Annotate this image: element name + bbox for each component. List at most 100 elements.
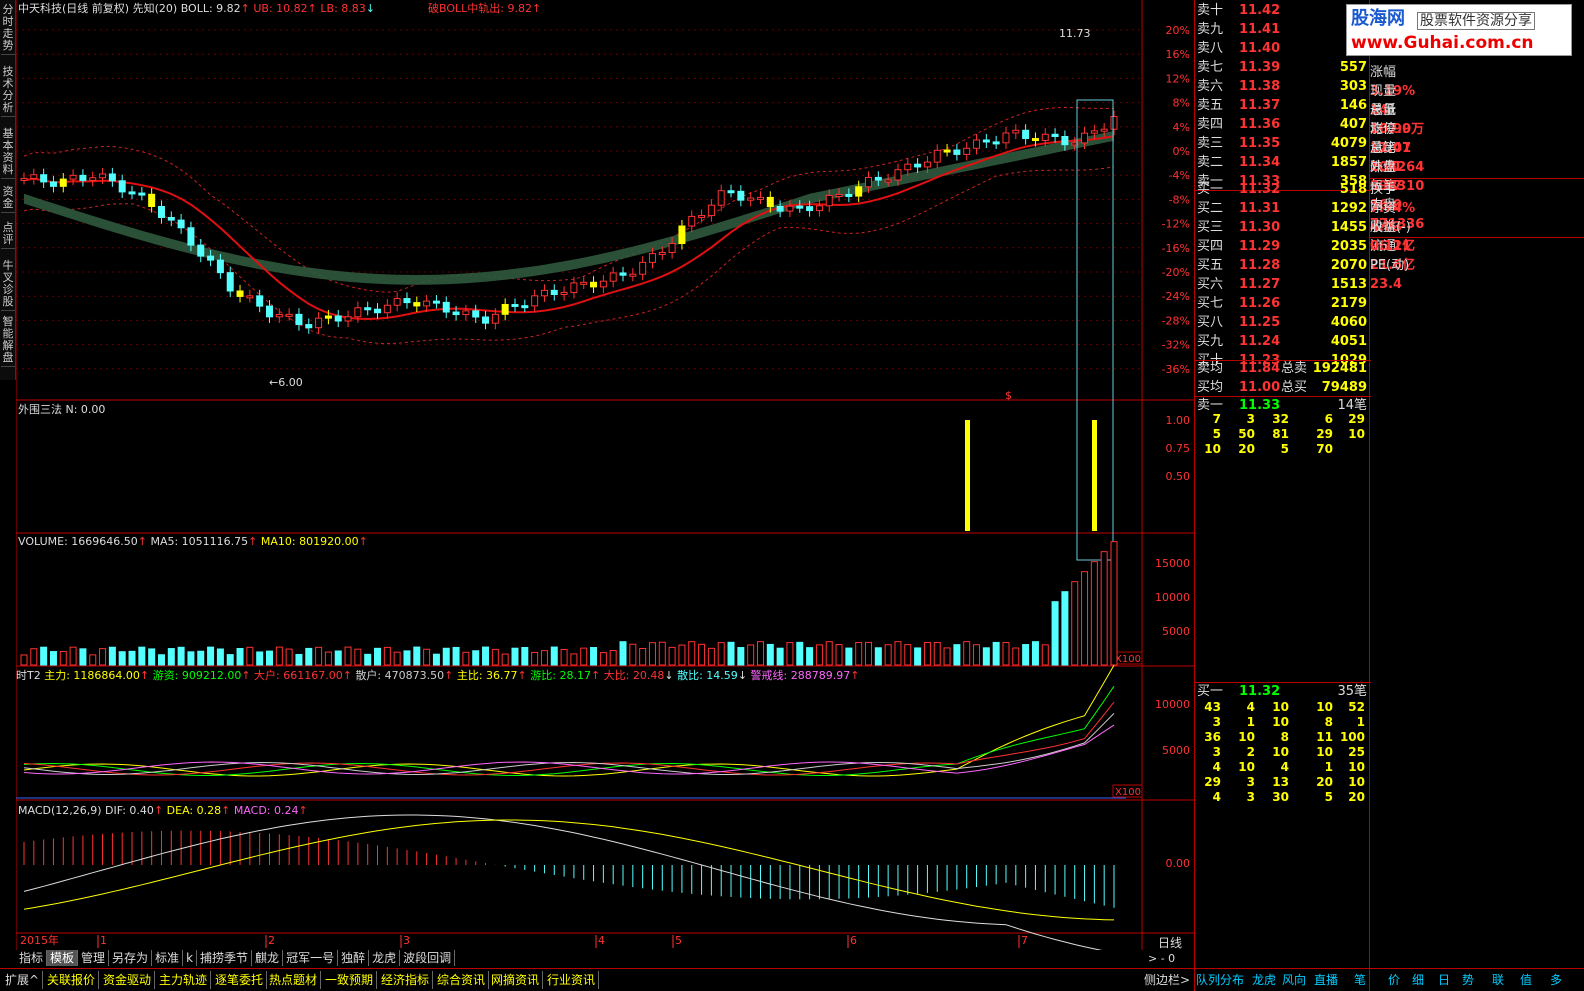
flow-line	[23, 713, 1115, 776]
indicator-tab-7[interactable]: 麒龙	[252, 950, 284, 966]
side-tab-11[interactable]: 联	[1492, 971, 1504, 988]
zoom-controls[interactable]: > - 0	[1148, 953, 1175, 964]
bid-row[interactable]: 买八 11.25 4060	[1195, 313, 1371, 332]
side-tab-8[interactable]: 细	[1412, 971, 1424, 988]
left-tab-2[interactable]: 基本资料	[1, 126, 15, 179]
indicator-tab-11[interactable]: 波段回调	[400, 950, 456, 966]
indicator-tab-6[interactable]: 捕捞季节	[197, 950, 253, 966]
indicator-tab-1[interactable]: 模板	[47, 950, 79, 966]
candle-body	[1012, 129, 1020, 134]
indicator-tab-4[interactable]: 标准	[152, 950, 184, 966]
macd-value: MACD: 0.24	[233, 804, 299, 817]
bid-row[interactable]: 买二 11.31 1292	[1195, 199, 1371, 218]
candle-body	[688, 215, 696, 227]
function-button-0[interactable]: 扩展^	[2, 971, 44, 989]
function-button-6[interactable]: 一致预期	[322, 971, 378, 989]
summary-row: 卖均 11.84 总卖 192481	[1195, 359, 1371, 378]
buy-tick-cell: 10	[1238, 730, 1255, 744]
function-button-3[interactable]: 主力轨迹	[156, 971, 212, 989]
side-tab-1[interactable]: 队列	[1196, 971, 1220, 988]
function-button-7[interactable]: 经济指标	[378, 971, 434, 989]
ask-row[interactable]: 卖九11.411	[1195, 20, 1371, 39]
left-tab-1[interactable]: 技术分析	[1, 64, 15, 117]
left-tab-0[interactable]: 分时走势	[1, 2, 15, 55]
side-tab-13[interactable]: 多	[1550, 971, 1562, 988]
left-tab-5[interactable]: 牛叉诊股	[1, 258, 15, 311]
bid-row[interactable]: 买七 11.26 2179	[1195, 294, 1371, 313]
side-tab-2[interactable]: 分布	[1220, 971, 1244, 988]
side-tab-0[interactable]: 侧边栏>	[1144, 971, 1190, 988]
bid-row[interactable]: 买四 11.29 2035	[1195, 237, 1371, 256]
ask-row[interactable]: 卖二 11.34 1857	[1195, 153, 1371, 172]
function-button-2[interactable]: 资金驱动	[100, 971, 156, 989]
ask-row[interactable]: 卖五 11.37 146	[1195, 96, 1371, 115]
indicator-tab-10[interactable]: 龙虎	[369, 950, 401, 966]
bid-row[interactable]: 买九 11.24 4051	[1195, 332, 1371, 351]
ask-price: 11.40	[1239, 41, 1281, 56]
side-tab-5[interactable]: 直播	[1314, 971, 1338, 988]
indicator-tab-2[interactable]: 管理	[78, 950, 110, 966]
volume-bar	[874, 647, 882, 666]
ask-row[interactable]: 卖七 11.39 557	[1195, 58, 1371, 77]
buy-tick-cell: 2	[1246, 745, 1255, 759]
side-tab-12[interactable]: 值	[1520, 971, 1532, 988]
buy-tick-cell: 8	[1324, 715, 1333, 729]
function-button-10[interactable]: 行业资讯	[544, 971, 600, 989]
volume-bar	[265, 650, 273, 666]
candle-body	[737, 190, 745, 201]
volume-bar	[79, 648, 87, 666]
bid-price: 11.30	[1239, 220, 1281, 235]
divider	[1370, 178, 1584, 179]
stat-row: 现量 14 均价 11.41	[1370, 82, 1584, 156]
function-button-8[interactable]: 综合资讯	[434, 971, 490, 989]
ask-label: 卖九	[1197, 22, 1224, 37]
function-button-5[interactable]: 热点题材	[266, 971, 322, 989]
ask-row[interactable]: 卖八11.401	[1195, 39, 1371, 58]
price-axis-tick: -12%	[1162, 218, 1190, 231]
candle-body	[678, 225, 686, 245]
bid-label: 买一	[1197, 182, 1224, 197]
left-tab-6[interactable]: 智能解盘	[1, 314, 15, 367]
left-tab-3[interactable]: 资金	[1, 184, 15, 213]
volume-bar	[69, 646, 77, 666]
left-tab-4[interactable]: 点评	[1, 220, 15, 249]
volume-axis-tick: 15000	[1155, 557, 1190, 570]
cf-main-ratio: 主比: 36.77	[456, 669, 518, 682]
buy1-label: 买一	[1197, 684, 1224, 699]
ask-row[interactable]: 卖三 11.35 4079	[1195, 134, 1371, 153]
period-label[interactable]: 日线	[1158, 937, 1182, 949]
indicator-tab-9[interactable]: 独醉	[338, 950, 370, 966]
candle-body	[953, 149, 961, 155]
indicator-tab-0[interactable]: 指标	[16, 950, 48, 966]
macd-dif-line	[23, 814, 1103, 950]
kline-chart-area[interactable]: 20% 16% 12% 8% 4% 0% -4% -8% -12% -16% -20% -24% -28…	[16, 0, 1194, 950]
bid-row[interactable]: 买六 11.27 1513	[1195, 275, 1371, 294]
side-tab-9[interactable]: 日	[1438, 971, 1450, 988]
candle-body	[698, 215, 706, 219]
ask-row[interactable]: 卖四 11.36 407	[1195, 115, 1371, 134]
bid-row[interactable]: 买五 11.28 2070	[1195, 256, 1371, 275]
price-axis-tick: -32%	[1162, 339, 1190, 352]
function-button-9[interactable]: 网摘资讯	[488, 971, 544, 989]
bid-row[interactable]: 买一 11.32 518	[1195, 180, 1371, 199]
quote-panel: 卖十11.421卖九11.411卖八11.401卖七11.39557卖六11.3…	[1194, 0, 1371, 991]
side-tab-3[interactable]: 龙虎	[1252, 971, 1276, 988]
bid-row[interactable]: 买三 11.30 1455	[1195, 218, 1371, 237]
indicator-tab-8[interactable]: 冠军一号	[283, 950, 339, 966]
candle-body	[374, 308, 382, 314]
function-button-1[interactable]: 关联报价	[44, 971, 100, 989]
ask-row[interactable]: 卖六 11.38 303	[1195, 77, 1371, 96]
side-tab-7[interactable]: 价	[1388, 971, 1400, 988]
side-tab-4[interactable]: 风向	[1282, 971, 1306, 988]
side-tab-10[interactable]: 势	[1462, 971, 1474, 988]
indicator-tab-5[interactable]: k	[183, 950, 198, 966]
ask-row[interactable]: 卖十11.421	[1195, 1, 1371, 20]
function-button-4[interactable]: 逐笔委托	[212, 971, 268, 989]
volume-bar	[766, 643, 774, 666]
bid-volume: 1513	[1330, 277, 1367, 292]
cf-retail-ratio: 散比: 14.59	[677, 669, 738, 682]
side-tab-6[interactable]: 笔	[1354, 971, 1366, 988]
volume-ma10: MA10: 801920.00	[260, 535, 359, 548]
indicator-tab-3[interactable]: 另存为	[109, 950, 153, 966]
volume-bar	[953, 644, 961, 666]
